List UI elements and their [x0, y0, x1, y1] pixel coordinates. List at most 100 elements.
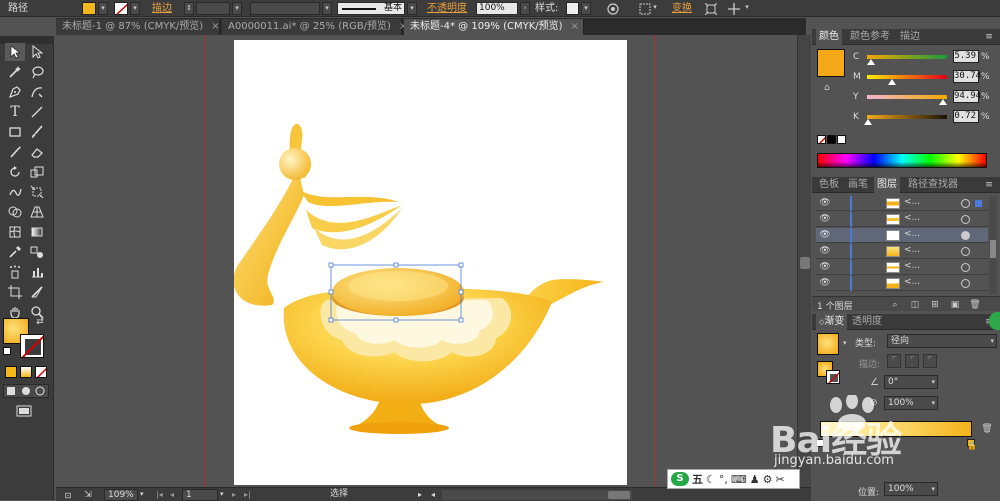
stroke-label[interactable]: 描边 [152, 0, 172, 17]
aspect-ratio-input[interactable]: 100% ▾ [884, 396, 938, 410]
close-icon[interactable]: × [571, 21, 579, 32]
visibility-eye-icon[interactable]: 👁 [818, 229, 832, 242]
gradient-location-input[interactable]: 100% ▾ [884, 482, 938, 496]
visibility-eye-icon[interactable]: 👁 [818, 245, 832, 258]
blend-tool-icon[interactable] [27, 243, 47, 261]
close-icon[interactable]: × [211, 21, 219, 32]
tab-color-guide[interactable]: 颜色参考 [847, 29, 893, 45]
graphic-style-dropdown[interactable]: ▾ [581, 2, 591, 15]
tab-pathfinder[interactable]: 路径查找器 [905, 177, 961, 193]
layer-row[interactable]: 👁 <... [816, 196, 988, 211]
tools-icon[interactable]: ✂ [776, 473, 785, 486]
brush-profile-dropdown[interactable]: ▾ [407, 2, 417, 15]
black-value-input[interactable]: 0.72 [953, 110, 979, 123]
draw-mode-group[interactable] [3, 384, 49, 398]
fill-dropdown[interactable]: ▾ [98, 2, 108, 15]
status-menu-icon[interactable]: ⊡ [60, 488, 76, 501]
resize-handle[interactable] [393, 317, 399, 323]
magic-wand-tool-icon[interactable] [5, 63, 25, 81]
none-mode-button[interactable] [35, 366, 47, 378]
visibility-eye-icon[interactable]: 👁 [818, 277, 832, 290]
white-swatch[interactable] [837, 135, 846, 144]
moon-icon[interactable]: ☾ [706, 473, 716, 486]
tab-untitled-1[interactable]: 未标题-1 @ 87% (CMYK/预览) × [56, 19, 220, 35]
gradient-mode-button[interactable] [20, 366, 32, 378]
direct-selection-tool-icon[interactable] [27, 43, 47, 61]
curvature-tool-icon[interactable] [27, 83, 47, 101]
first-artboard-button[interactable]: |◂ [156, 488, 163, 501]
paintbrush-tool-icon[interactable] [27, 123, 47, 141]
target-circle-icon[interactable] [961, 247, 970, 256]
target-circle-icon[interactable] [961, 263, 970, 272]
color-spectrum[interactable] [817, 153, 987, 168]
tab-swatches[interactable]: 色板 [816, 177, 842, 193]
column-graph-tool-icon[interactable] [27, 263, 47, 281]
gradient-tool-icon[interactable] [27, 223, 47, 241]
magenta-slider-track[interactable] [867, 75, 947, 79]
tab-untitled-4[interactable]: 未标题-4* @ 109% (CMYK/预览) × [404, 19, 584, 35]
locate-object-icon[interactable]: ⌕ [888, 298, 902, 312]
layer-row[interactable]: 👁 <... [816, 212, 988, 227]
warp-tool-icon[interactable] [5, 183, 25, 201]
symbol-sprayer-tool-icon[interactable] [5, 263, 25, 281]
swap-fill-stroke-icon[interactable]: ⇄ [34, 316, 46, 328]
canvas-area[interactable] [56, 35, 796, 487]
rotate-tool-icon[interactable] [5, 163, 25, 181]
type-tool-icon[interactable]: T [5, 103, 25, 121]
gradient-thumbnail-dropdown[interactable]: ▾ [843, 339, 847, 347]
opacity-dropdown[interactable]: › [520, 2, 530, 15]
fill-swatch[interactable] [82, 2, 96, 15]
ime-logo-icon[interactable]: S [671, 472, 689, 486]
user-icon[interactable]: ♟ [750, 473, 760, 486]
tab-brushes[interactable]: 画笔 [845, 177, 871, 193]
line-segment-tool-icon[interactable] [27, 103, 47, 121]
stroke-weight-input[interactable] [196, 2, 230, 15]
cyan-value-input[interactable]: 5.39 [953, 50, 979, 63]
black-slider-track[interactable] [867, 115, 947, 119]
transform-link[interactable]: 变换 [672, 0, 692, 17]
variable-width-profile[interactable] [250, 2, 320, 15]
panel-menu-icon[interactable]: ≡ [982, 178, 996, 192]
vertical-scrollbar[interactable] [797, 35, 811, 487]
slider-thumb[interactable] [887, 79, 896, 85]
scroll-thumb[interactable] [800, 257, 810, 269]
shape-builder-tool-icon[interactable] [5, 203, 25, 221]
artboard-dropdown[interactable]: ▾ [220, 488, 224, 501]
ime-toolbar[interactable]: S 五 ☾ °, ⌨ ♟ ⚙ ✂ [667, 469, 800, 489]
pen-tool-icon[interactable] [5, 83, 25, 101]
next-artboard-button[interactable]: ▸ [232, 488, 236, 501]
stroke-dropdown[interactable]: ▾ [130, 2, 140, 15]
tab-gradient[interactable]: ◇渐变 [816, 314, 848, 330]
magenta-value-input[interactable]: 30.74 [953, 70, 981, 83]
gradient-stop-left[interactable] [816, 439, 824, 447]
punctuation-icon[interactable]: °, [719, 473, 728, 486]
graphic-style-swatch[interactable] [566, 2, 579, 15]
slider-thumb[interactable] [863, 119, 872, 125]
default-fill-stroke-icon[interactable] [3, 347, 11, 355]
scale-tool-icon[interactable] [27, 163, 47, 181]
layers-scrollbar[interactable] [989, 196, 997, 294]
gradient-thumbnail[interactable] [817, 333, 839, 355]
plugin-badge-icon[interactable] [989, 312, 1000, 330]
tab-transparency[interactable]: 透明度 [849, 314, 885, 330]
magic-lamp-artwork[interactable] [233, 40, 627, 485]
new-layer-icon[interactable]: ▣ [948, 298, 962, 312]
color-mode-button[interactable] [5, 366, 17, 378]
resize-handle[interactable] [458, 262, 464, 268]
hscroll-left-arrow[interactable]: ◂ [431, 488, 435, 501]
stroke-across-icon[interactable]: ⌜ [923, 354, 937, 368]
stroke-color-box[interactable] [20, 334, 44, 358]
screen-mode-icon[interactable] [14, 402, 34, 420]
slider-thumb[interactable] [867, 59, 876, 65]
keyboard-icon[interactable]: ⌨ [731, 473, 747, 486]
new-sublayer-icon[interactable]: ⊞ [928, 298, 942, 312]
brush-profile-select[interactable]: 基本 [337, 2, 405, 15]
resize-handle[interactable] [393, 262, 399, 268]
align-dropdown[interactable]: ▾ [650, 2, 660, 15]
layer-row[interactable]: 👁 <... [816, 260, 988, 275]
last-artboard-button[interactable]: ▸| [244, 488, 251, 501]
variable-width-dropdown[interactable]: ▾ [322, 2, 332, 15]
artboard-tool-icon[interactable] [5, 283, 25, 301]
black-swatch[interactable] [827, 135, 836, 144]
layer-name[interactable]: <... [904, 229, 920, 239]
